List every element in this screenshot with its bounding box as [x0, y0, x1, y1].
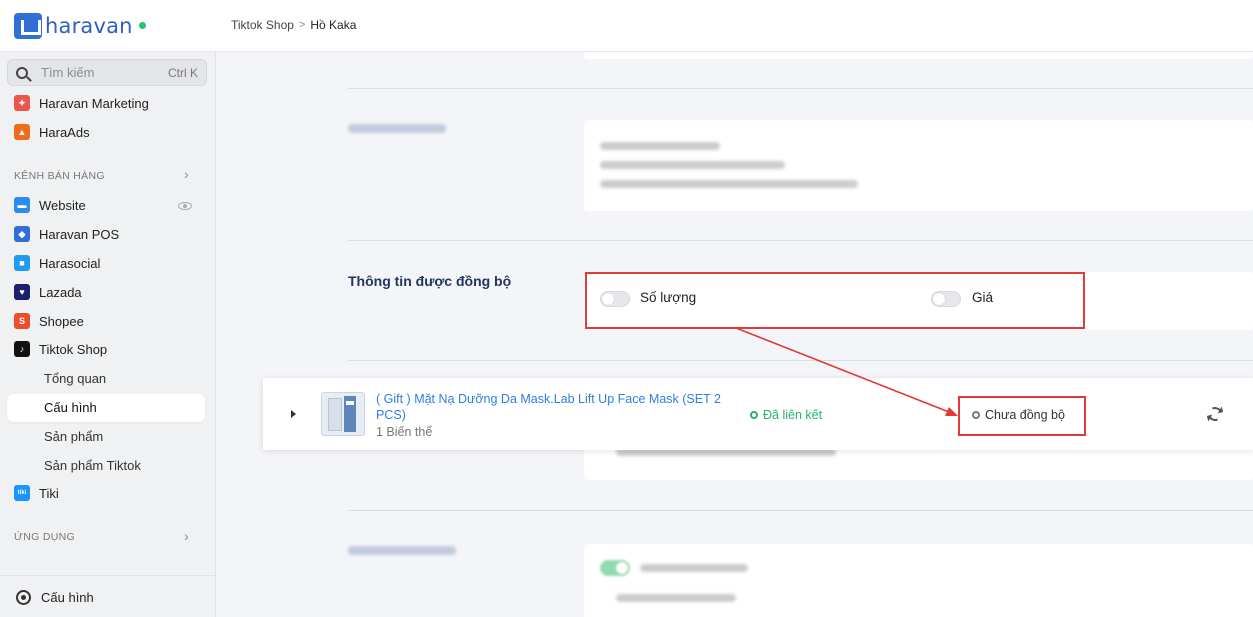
section-sales-channels: KÊNH BÁN HÀNG	[14, 170, 105, 182]
chevron-right-icon[interactable]: ›	[184, 166, 189, 182]
sidebar-item-shopee[interactable]: S Shopee	[14, 310, 84, 332]
highlight-box-sync-options	[585, 272, 1085, 329]
haravan-logo-icon	[14, 13, 42, 39]
card-top	[584, 52, 1253, 59]
sidebar-item-lazada[interactable]: ♥ Lazada	[14, 281, 82, 303]
highlight-box-sync-status	[958, 396, 1086, 436]
lazada-icon: ♥	[14, 284, 30, 300]
product-row[interactable]: ( Gift ) Mặt Nạ Dưỡng Da Mask.Lab Lift U…	[263, 378, 1253, 450]
divider	[348, 88, 1253, 89]
product-variant-count: 1 Biến thể	[376, 425, 433, 439]
search-shortcut: Ctrl K	[168, 65, 198, 80]
website-icon: ▬	[14, 197, 30, 213]
product-name-link[interactable]: ( Gift ) Mặt Nạ Dưỡng Da Mask.Lab Lift U…	[376, 391, 721, 423]
blurred-section-label	[348, 546, 456, 555]
sidebar-subitem-config[interactable]: Cấu hình	[44, 400, 97, 415]
inventory-sync-card	[584, 544, 1253, 617]
gear-icon	[16, 589, 31, 605]
sidebar-subitem-overview[interactable]: Tổng quan	[44, 371, 106, 386]
linked-status-icon	[750, 411, 758, 419]
divider	[348, 510, 1253, 511]
tiktok-icon: ♪	[14, 341, 30, 357]
blurred-line	[600, 180, 858, 188]
sidebar: Tìm kiếm Ctrl K ✦ Haravan Marketing ▲ Ha…	[0, 52, 216, 617]
blurred-line	[616, 594, 736, 602]
main-content: Thông tin được đồng bộ Số lượng Giá ( Gi…	[216, 52, 1253, 617]
sidebar-item-tiktok-shop[interactable]: ♪ Tiktok Shop	[14, 338, 107, 360]
sidebar-item-label: HaraAds	[39, 124, 90, 140]
sidebar-subitem-products[interactable]: Sản phẩm	[44, 429, 103, 444]
divider	[348, 360, 1253, 361]
link-status-text: Đã liên kết	[763, 408, 823, 422]
haraads-icon: ▲	[14, 124, 30, 140]
top-bar: haravan Tiktok Shop > Hồ Kaka	[0, 0, 1253, 52]
blurred-line	[600, 142, 720, 150]
sidebar-subitem-tiktok-products[interactable]: Sản phẩm Tiktok	[44, 458, 141, 473]
sidebar-item-label: Haravan Marketing	[39, 95, 149, 111]
sidebar-item-settings[interactable]: Cấu hình	[16, 586, 94, 608]
blurred-line	[600, 161, 785, 169]
sidebar-item-label: Harasocial	[39, 255, 101, 271]
divider	[348, 240, 1253, 241]
breadcrumb-separator: >	[298, 19, 306, 31]
chevron-right-icon[interactable]: ›	[184, 528, 189, 544]
sidebar-item-haravan-marketing[interactable]: ✦ Haravan Marketing	[14, 92, 149, 114]
sidebar-item-label: Website	[39, 197, 86, 213]
blurred-line	[640, 564, 748, 572]
sidebar-item-haravan-pos[interactable]: ◆ Haravan POS	[14, 223, 119, 245]
haravan-logo[interactable]: haravan	[14, 12, 146, 40]
tiki-icon: tiki	[14, 485, 30, 501]
sidebar-item-website[interactable]: ▬ Website	[14, 194, 86, 216]
sidebar-item-tiki[interactable]: tiki Tiki	[14, 482, 59, 504]
search-placeholder: Tìm kiếm	[41, 65, 95, 80]
product-thumbnail	[321, 392, 365, 436]
sidebar-item-label: Cấu hình	[41, 589, 94, 605]
sync-section-title: Thông tin được đồng bộ	[348, 273, 512, 289]
sidebar-item-harasocial[interactable]: ■ Harasocial	[14, 252, 100, 274]
shopee-icon: S	[14, 313, 30, 329]
sidebar-active-highlight	[7, 394, 205, 422]
search-icon	[16, 66, 28, 79]
marketing-icon: ✦	[14, 95, 30, 111]
breadcrumb-parent[interactable]: Tiktok Shop	[231, 18, 294, 32]
eye-icon[interactable]	[178, 202, 192, 210]
online-status-dot	[138, 21, 146, 29]
link-status-badge: Đã liên kết	[750, 408, 822, 422]
harasocial-icon: ■	[14, 255, 30, 271]
blurred-section-label	[348, 124, 446, 133]
search-input[interactable]: Tìm kiếm Ctrl K	[7, 59, 207, 86]
logo-text: haravan	[45, 14, 133, 38]
breadcrumb: Tiktok Shop > Hồ Kaka	[231, 18, 356, 32]
pos-icon: ◆	[14, 226, 30, 242]
shop-info-card	[584, 120, 1253, 211]
sidebar-item-haraads[interactable]: ▲ HaraAds	[14, 121, 90, 143]
section-apps: ỨNG DỤNG	[14, 531, 75, 543]
sidebar-item-label: Tiktok Shop	[39, 341, 108, 357]
inventory-toggle[interactable]	[600, 560, 630, 576]
sidebar-footer: Cấu hình	[0, 575, 216, 617]
sidebar-item-label: Shopee	[39, 313, 84, 329]
sidebar-item-label: Tiki	[39, 485, 59, 501]
refresh-icon[interactable]	[1206, 405, 1224, 423]
sidebar-item-label: Haravan POS	[39, 226, 120, 242]
breadcrumb-current: Hồ Kaka	[310, 18, 357, 32]
expand-caret-icon[interactable]	[291, 410, 296, 418]
sidebar-item-label: Lazada	[39, 284, 82, 300]
